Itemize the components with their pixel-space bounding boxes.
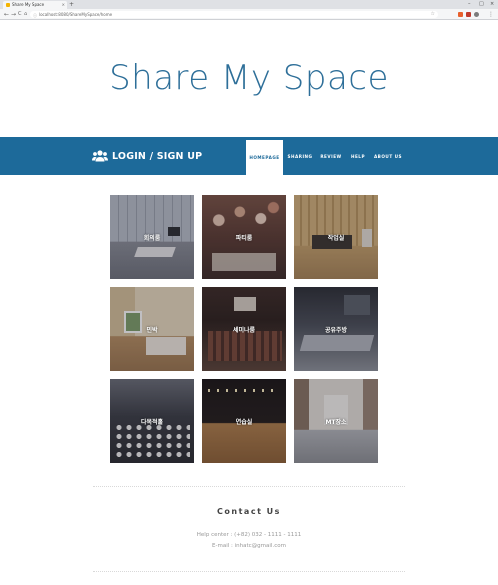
tab-title: Share My Space <box>12 2 45 7</box>
browser-tab[interactable]: Share My Space × <box>3 1 67 9</box>
nav-about-us[interactable]: ABOUT US <box>371 137 405 175</box>
home-button[interactable]: ⌂ <box>24 9 27 20</box>
info-icon: ⓘ <box>33 13 37 18</box>
nav-help[interactable]: HELP <box>348 137 368 175</box>
footer-divider <box>93 486 405 487</box>
minimize-button[interactable]: – <box>468 0 471 9</box>
space-tile-meeting-room[interactable]: 회의룸 <box>110 195 194 279</box>
reload-button[interactable]: C <box>18 9 22 20</box>
space-label: 연습실 <box>235 418 253 426</box>
space-tile-guesthouse[interactable]: 민박 <box>110 287 194 371</box>
profile-icon[interactable] <box>474 12 479 17</box>
contact-title: Contact Us <box>217 507 281 516</box>
browser-menu-icon[interactable]: ⋮ <box>488 9 494 20</box>
space-label: 공유주방 <box>324 326 348 334</box>
back-button[interactable]: ← <box>4 9 9 20</box>
url-text: localhost:8080/ShareMySpace/home <box>39 12 113 17</box>
space-tile-seminar-room[interactable]: 세미나룸 <box>202 287 286 371</box>
favicon-icon <box>6 3 10 7</box>
space-label: 세미나룸 <box>232 326 256 334</box>
browser-toolbar: ← → C ⌂ ⓘ localhost:8080/ShareMySpace/ho… <box>0 9 498 20</box>
tab-close-icon[interactable]: × <box>62 1 65 9</box>
space-tile-studio[interactable]: 작업실 <box>294 195 378 279</box>
main-navbar: LOGIN / SIGN UP HOMEPAGE SHARING REVIEW … <box>0 137 498 175</box>
users-icon <box>92 150 108 162</box>
maximize-button[interactable]: □ <box>479 0 484 9</box>
space-tile-mt-venue[interactable]: MT장소 <box>294 379 378 463</box>
help-center-text: Help center : (+82) 032 - 1111 - 1111 <box>196 532 302 538</box>
site-title: Share My Space <box>109 58 389 98</box>
nav-homepage[interactable]: HOMEPAGE <box>246 140 283 175</box>
space-tile-practice-room[interactable]: 연습실 <box>202 379 286 463</box>
space-label: 민박 <box>146 326 158 334</box>
space-label: 다목적홀 <box>140 418 164 426</box>
browser-tab-bar: Share My Space × + – □ × <box>0 0 498 9</box>
new-tab-button[interactable]: + <box>69 0 74 9</box>
nav-review[interactable]: REVIEW <box>318 137 344 175</box>
space-tile-shared-kitchen[interactable]: 공유주방 <box>294 287 378 371</box>
forward-button[interactable]: → <box>11 9 16 20</box>
space-tile-multipurpose-hall[interactable]: 다목적홀 <box>110 379 194 463</box>
bookmark-star-icon[interactable]: ☆ <box>431 11 435 18</box>
extension-icon[interactable] <box>458 12 463 17</box>
nav-sharing[interactable]: SHARING <box>286 137 314 175</box>
space-label: 회의룸 <box>143 234 161 242</box>
space-label: MT장소 <box>325 418 347 426</box>
close-window-button[interactable]: × <box>490 0 494 9</box>
extension-icon[interactable] <box>466 12 471 17</box>
address-bar[interactable]: ⓘ localhost:8080/ShareMySpace/home ☆ <box>30 11 438 18</box>
footer-divider <box>93 571 405 572</box>
space-label: 작업실 <box>327 234 345 242</box>
space-tile-party-room[interactable]: 파티룸 <box>202 195 286 279</box>
login-signup-link[interactable]: LOGIN / SIGN UP <box>92 148 202 164</box>
email-text: E-mail : inhatc@gmail.com <box>212 543 286 549</box>
space-label: 파티룸 <box>235 234 253 242</box>
login-signup-label: LOGIN / SIGN UP <box>112 150 203 162</box>
